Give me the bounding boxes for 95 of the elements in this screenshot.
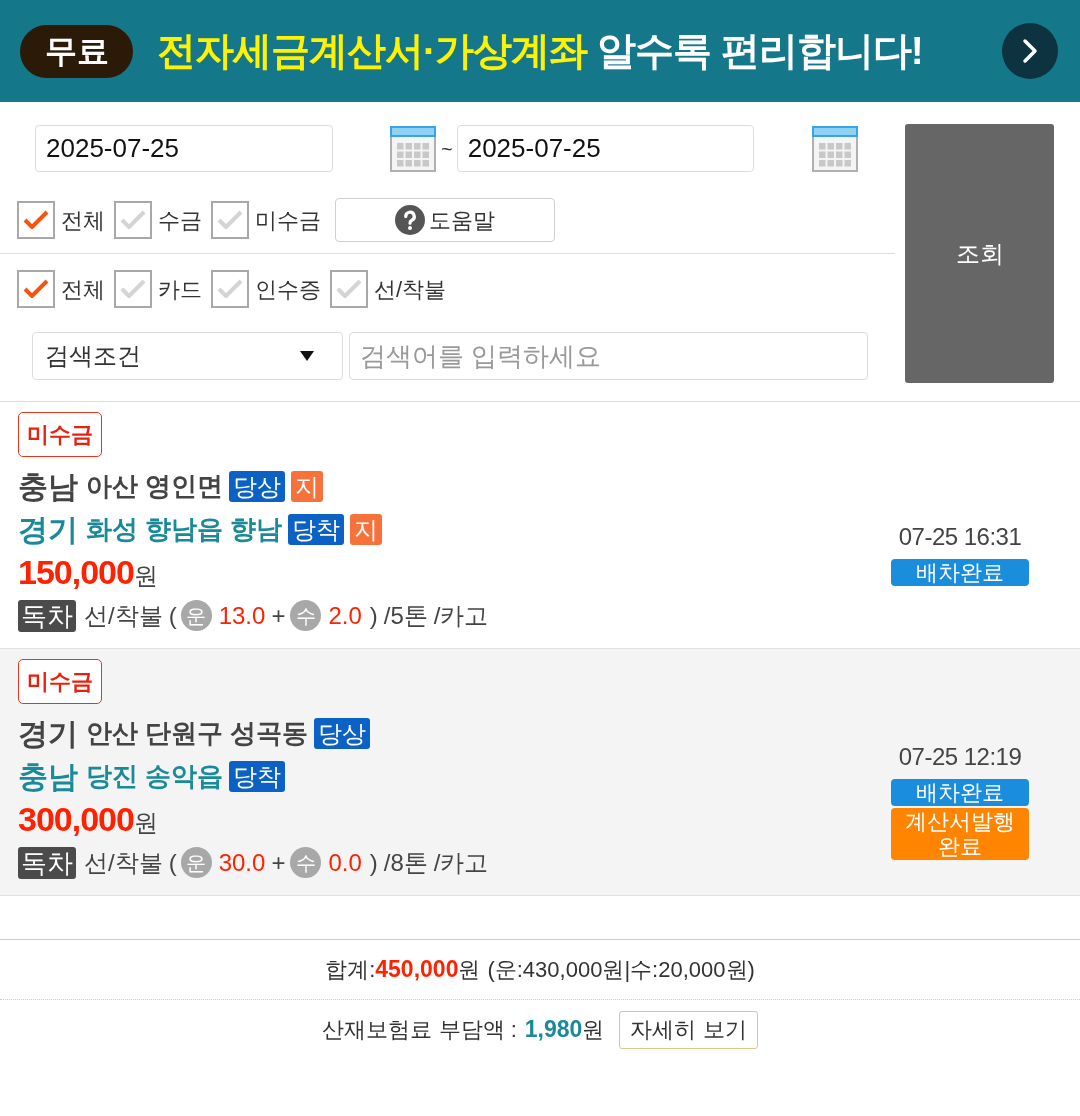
currency-text: 원 [582,1016,605,1044]
bracket-text: ) [369,847,378,878]
currency-text: 원 [133,809,158,838]
checkbox[interactable] [17,201,55,239]
help-button[interactable]: 도움말 [335,198,555,242]
check-icon [120,279,146,299]
fare-text: 30.0 [218,847,266,878]
range-separator: ~ [441,136,453,162]
plus-text: + [271,600,286,631]
condition-select[interactable]: 검색조건 [32,332,343,380]
fee-text: 0.0 [328,847,362,878]
datetime-text: 07-25 12:19 [898,741,1022,772]
bracket-text: ( [168,600,177,631]
fare-text: 13.0 [218,600,266,631]
search-field[interactable]: 검색어를 입력하세요 [349,332,868,380]
checkbox[interactable] [211,270,249,308]
order-card[interactable]: 미수금 경기 안산 단원구 성곡동 당상 충남 당진 송악읍 당착 300,000원 독차 선/착불 ( 운 30.0 + 수 0.0 ) /8톤 /카고 07-25 12:19 배차완료 계산서발행 완료 [0,649,1080,896]
total-label: 합계: [325,956,376,984]
fare-badge: 운 [180,600,212,631]
area-text: 안산 단원구 성곡동 [86,717,309,750]
vehicle-badge: 독차 [18,599,76,632]
fee-badge: 수 [290,847,322,878]
check-icon [217,279,243,299]
banner-text: 알수록 편리합니다! [597,27,923,74]
checkbox-label: 카드 [158,275,202,304]
date-field[interactable]: 2025-07-25 [456,125,754,172]
dropdown-caret-icon [300,351,314,361]
tonnage-text: /5톤 [383,600,428,631]
province-text: 경기 [18,716,78,752]
fee-badge: 수 [290,600,322,631]
plus-text: + [271,847,286,878]
checkbox-label: 인수증 [255,275,321,304]
checkbox-label: 수금 [158,206,202,235]
vehicle-badge: 독차 [18,846,76,879]
check-icon [217,210,243,230]
payment-status-tag: 미수금 [18,412,102,457]
fee-text: 2.0 [328,600,362,631]
fare-badge: 운 [180,847,212,878]
free-badge: 무료 [20,24,133,78]
search-button[interactable]: 조회 [905,124,1054,383]
province-text: 충남 [18,759,78,795]
select-value: 검색조건 [45,341,141,371]
route-badge: 당상 [314,718,371,749]
checkbox[interactable] [114,201,152,239]
route-badge: 지 [291,471,324,502]
total-amount: 450,000 [375,955,459,985]
route-badge: 당착 [229,761,286,792]
currency-text: 원 [133,562,158,591]
tonnage-text: /8톤 [383,847,428,878]
help-icon [395,205,425,235]
status-badge: 계산서발행 완료 [891,807,1029,860]
checkbox[interactable] [211,201,249,239]
status-badge: 배차완료 [891,778,1029,806]
datetime-text: 07-25 16:31 [898,521,1022,552]
banner-highlight-text: 전자세금계산서·가상계좌 [157,27,587,74]
checkbox-label: 전체 [61,275,105,304]
currency-text: 원 [458,956,481,984]
area-text: 아산 영인면 [86,470,224,503]
route-badge: 당상 [229,471,286,502]
price-text: 300,000 [18,799,134,840]
check-icon [120,210,146,230]
promo-banner[interactable]: 무료 전자세금계산서·가상계좌 알수록 편리합니다! [0,0,1080,102]
truck-type-text: /카고 [433,847,489,878]
province-text: 충남 [18,469,78,505]
check-icon [336,279,362,299]
truck-type-text: /카고 [433,600,489,631]
area-text: 화성 향남읍 향남 [86,513,283,546]
chevron-right-icon [1022,38,1038,64]
check-icon [23,279,49,299]
insurance-amount: 1,980 [524,1015,583,1045]
date-field[interactable]: 2025-07-25 [35,125,333,172]
insurance-label: 산재보험료 부담액 : [322,1016,517,1044]
calendar-icon[interactable] [390,125,436,172]
checkbox-label: 선/착불 [374,275,447,304]
payment-type-text: 선/착불 [84,600,163,631]
province-text: 경기 [18,512,78,548]
payment-status-tag: 미수금 [18,659,102,704]
bracket-text: ( [168,847,177,878]
check-icon [23,210,49,230]
route-badge: 당착 [288,514,345,545]
checkbox[interactable] [330,270,368,308]
checkbox[interactable] [17,270,55,308]
details-button[interactable]: 자세히 보기 [619,1010,758,1049]
checkbox-label: 미수금 [255,206,321,235]
bracket-text: ) [369,600,378,631]
area-text: 당진 송악읍 [86,760,224,793]
route-badge: 지 [350,514,383,545]
calendar-icon[interactable] [811,125,858,172]
total-breakdown: (운:430,000원|수:20,000원) [487,956,755,984]
status-badge: 배차완료 [891,558,1029,586]
checkbox-label: 전체 [61,206,105,235]
price-text: 150,000 [18,552,134,593]
next-button[interactable] [1002,23,1058,79]
checkbox[interactable] [114,270,152,308]
payment-type-text: 선/착불 [84,847,163,878]
